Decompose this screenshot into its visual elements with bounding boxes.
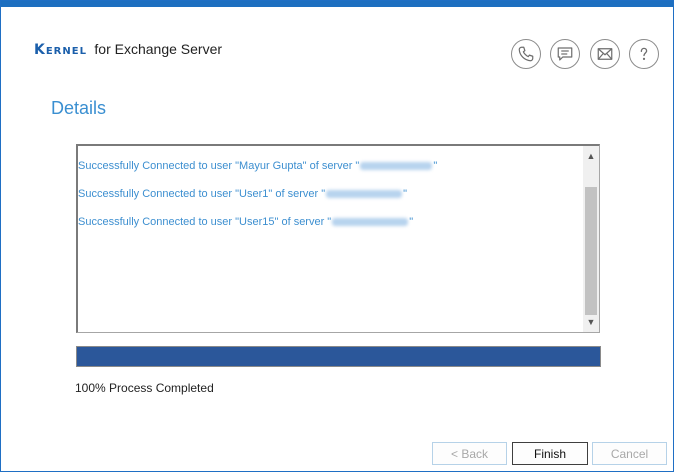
log-lines: Successfully Connected to user "Mayur Gu… bbox=[78, 160, 583, 244]
cancel-button[interactable]: Cancel bbox=[592, 442, 667, 465]
vertical-scrollbar[interactable]: ▲ ▼ bbox=[583, 146, 599, 332]
log-line: Successfully Connected to user "User1" o… bbox=[78, 188, 583, 216]
brand-product-name: for Exchange Server bbox=[94, 41, 223, 57]
redacted-server-name bbox=[360, 162, 433, 171]
progress-status: 100% Process Completed bbox=[75, 381, 214, 395]
title-bar-accent bbox=[1, 1, 673, 7]
log-line-end: " bbox=[409, 216, 414, 228]
wizard-window: Kernel for Exchange Server Details Succe… bbox=[0, 0, 674, 472]
scroll-down-icon[interactable]: ▼ bbox=[583, 314, 599, 330]
mail-icon[interactable] bbox=[590, 39, 620, 69]
log-line: Successfully Connected to user "Mayur Gu… bbox=[78, 160, 583, 188]
redacted-server-name bbox=[332, 218, 409, 227]
brand-logo: Kernel bbox=[34, 42, 87, 58]
scroll-thumb[interactable] bbox=[585, 187, 597, 315]
brand: Kernel for Exchange Server bbox=[34, 41, 222, 61]
scroll-up-icon[interactable]: ▲ bbox=[583, 148, 599, 164]
help-icon[interactable] bbox=[629, 39, 659, 69]
log-line-text: Successfully Connected to user "Mayur Gu… bbox=[78, 160, 360, 172]
progress-fill bbox=[77, 347, 600, 366]
back-button[interactable]: < Back bbox=[432, 442, 507, 465]
phone-icon[interactable] bbox=[511, 39, 541, 69]
chat-icon[interactable] bbox=[550, 39, 580, 69]
log-line: Successfully Connected to user "User15" … bbox=[78, 216, 583, 244]
progress-bar bbox=[76, 346, 601, 367]
finish-button[interactable]: Finish bbox=[512, 442, 588, 465]
redacted-server-name bbox=[326, 190, 403, 199]
log-line-text: Successfully Connected to user "User1" o… bbox=[78, 188, 326, 200]
log-line-end: " bbox=[403, 188, 408, 200]
log-line-text: Successfully Connected to user "User15" … bbox=[78, 216, 332, 228]
section-title: Details bbox=[51, 98, 107, 118]
log-line-end: " bbox=[433, 160, 438, 172]
details-log[interactable]: Successfully Connected to user "Mayur Gu… bbox=[76, 144, 600, 333]
